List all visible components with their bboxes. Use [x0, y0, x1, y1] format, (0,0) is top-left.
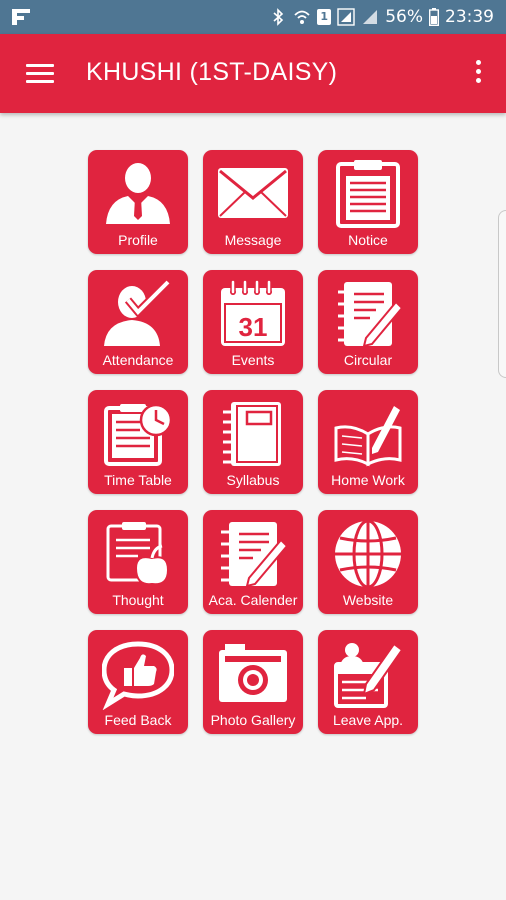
tile-label: Feed Back	[104, 712, 172, 728]
tile-label: Website	[342, 592, 394, 608]
tile-label: Photo Gallery	[210, 712, 296, 728]
tile-circular[interactable]: Circular	[318, 270, 418, 374]
home-work-icon	[334, 406, 402, 467]
profile-icon	[106, 163, 170, 224]
battery-icon	[429, 8, 439, 26]
tile-label: Message	[224, 232, 282, 248]
syllabus-icon	[223, 402, 281, 466]
tile-leave-app[interactable]: Leave App.	[318, 630, 418, 734]
menu-grid: Profile Message Notice Attendance 31 Eve…	[88, 150, 420, 734]
aca-calender-icon	[221, 522, 289, 588]
wifi-icon	[294, 10, 310, 24]
events-icon: 31	[221, 279, 285, 346]
photo-gallery-icon	[219, 644, 287, 702]
tile-label: Notice	[348, 232, 388, 248]
signal-icon	[337, 8, 355, 26]
edge-panel-handle[interactable]	[498, 210, 506, 378]
tile-website[interactable]: Website	[318, 510, 418, 614]
tile-profile[interactable]: Profile	[88, 150, 188, 254]
clock: 23:39	[445, 7, 494, 27]
tile-label: Home Work	[331, 472, 405, 488]
tile-events[interactable]: 31 Events	[203, 270, 303, 374]
app-notification-icon	[12, 9, 30, 25]
tile-feed-back[interactable]: Feed Back	[88, 630, 188, 734]
tile-label: Circular	[343, 352, 393, 368]
attendance-icon	[104, 279, 171, 346]
tile-label: Aca. Calender	[208, 592, 298, 608]
signal-icon-2	[363, 10, 378, 24]
tile-attendance[interactable]: Attendance	[88, 270, 188, 374]
circular-icon	[338, 282, 404, 348]
time-table-icon	[104, 403, 173, 466]
tile-message[interactable]: Message	[203, 150, 303, 254]
events-day: 31	[239, 312, 268, 342]
more-options-icon[interactable]	[474, 60, 482, 86]
thought-icon	[106, 522, 170, 586]
tile-label: Events	[231, 352, 275, 368]
website-icon	[335, 519, 401, 589]
leave-app-icon	[334, 642, 404, 708]
tile-syllabus[interactable]: Syllabus	[203, 390, 303, 494]
tile-label: Thought	[112, 592, 164, 608]
tile-label: Leave App.	[332, 712, 404, 728]
app-bar: KHUSHI (1ST-DAISY)	[0, 34, 506, 113]
tile-label: Syllabus	[226, 472, 280, 488]
feed-back-icon	[102, 641, 174, 710]
notice-icon	[336, 160, 400, 228]
tile-thought[interactable]: Thought	[88, 510, 188, 614]
message-icon	[218, 168, 288, 218]
tile-home-work[interactable]: Home Work	[318, 390, 418, 494]
tile-time-table[interactable]: Time Table	[88, 390, 188, 494]
tile-photo-gallery[interactable]: Photo Gallery	[203, 630, 303, 734]
tile-aca-calender[interactable]: Aca. Calender	[203, 510, 303, 614]
tile-notice[interactable]: Notice	[318, 150, 418, 254]
tile-label: Attendance	[102, 352, 174, 368]
status-bar: 1 56% 23:39	[0, 0, 506, 34]
menu-icon[interactable]	[26, 64, 54, 84]
bluetooth-icon	[273, 8, 284, 26]
tile-label: Time Table	[104, 472, 172, 488]
page-title: KHUSHI (1ST-DAISY)	[86, 58, 338, 86]
sim-badge: 1	[317, 9, 332, 25]
tile-label: Profile	[118, 232, 158, 248]
battery-percent: 56%	[385, 7, 423, 27]
